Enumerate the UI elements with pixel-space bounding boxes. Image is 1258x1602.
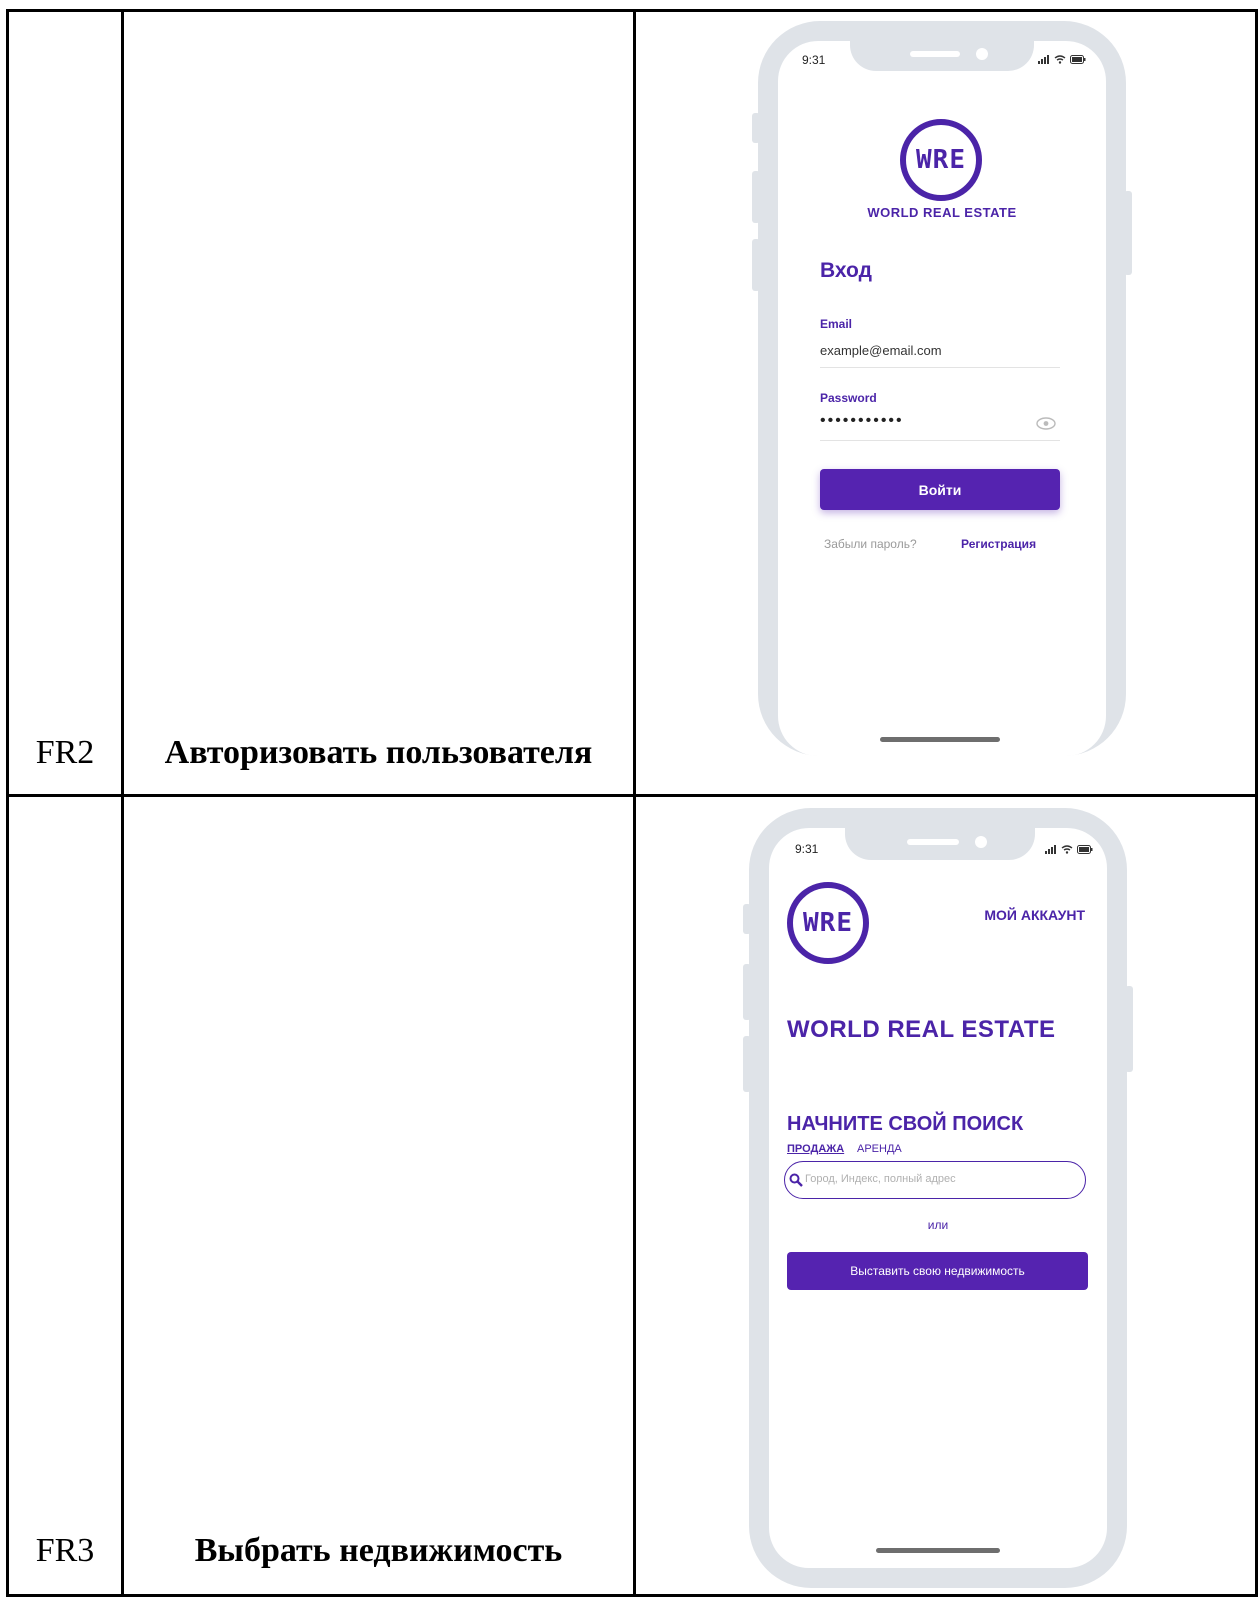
status-time: 9:31	[795, 842, 819, 856]
password-field[interactable]: •••••••••••	[820, 412, 904, 430]
wifi-icon	[1061, 845, 1073, 854]
requirement-title: Авторизовать пользователя	[164, 734, 593, 771]
phone-side-button	[743, 964, 751, 1020]
phone-screen: 9:31 WRE WORLD REAL ESTATE Вход Email ex…	[778, 41, 1106, 756]
login-button[interactable]: Войти	[820, 469, 1060, 510]
email-field[interactable]: example@email.com	[820, 343, 942, 358]
requirement-id: FR3	[35, 1532, 95, 1569]
search-input[interactable]: Город, Индекс, полный адрес	[784, 1161, 1086, 1199]
password-label: Password	[820, 391, 877, 405]
search-placeholder: Город, Индекс, полный адрес	[805, 1173, 956, 1185]
status-icons	[1045, 845, 1093, 854]
phone-side-button	[752, 113, 760, 143]
id-cell: FR2	[6, 9, 124, 797]
phone-side-button	[1124, 191, 1132, 275]
phone-side-button	[743, 1036, 751, 1092]
requirement-title: Выбрать недвижимость	[194, 1532, 563, 1569]
signal-icon	[1038, 55, 1049, 64]
home-indicator	[876, 1548, 1000, 1553]
phone-side-button	[1125, 986, 1133, 1072]
status-icons	[1038, 55, 1086, 64]
eye-icon[interactable]	[1036, 417, 1056, 430]
or-text: или	[927, 1218, 949, 1232]
my-account-link[interactable]: МОЙ АККАУНТ	[984, 907, 1085, 923]
phone-side-button	[743, 904, 751, 934]
battery-icon	[1070, 55, 1086, 64]
phone-notch	[845, 828, 1035, 860]
register-link[interactable]: Регистрация	[961, 537, 1036, 551]
table-row: FR2 Авторизовать пользователя 9:31 WRE W…	[6, 9, 1258, 797]
requirement-id: FR2	[35, 734, 95, 771]
status-time: 9:31	[802, 53, 826, 67]
brand-name: WORLD REAL ESTATE	[867, 205, 1017, 220]
phone-notch	[850, 41, 1034, 71]
brand-name: WORLD REAL ESTATE	[787, 1016, 1056, 1043]
logo: WRE	[900, 119, 982, 201]
title-cell: Авторизовать пользователя	[121, 9, 636, 797]
phone-side-button	[752, 239, 760, 291]
forgot-password-link[interactable]: Забыли пароль?	[824, 537, 917, 551]
search-heading: НАЧНИТЕ СВОЙ ПОИСК	[787, 1113, 1024, 1135]
logo[interactable]: WRE	[787, 882, 869, 964]
phone-frame: 9:31 WRE WORLD REAL ESTATE Вход Email ex…	[752, 21, 1132, 756]
mockup-cell: 9:31 WRE МОЙ АККАУНТ WORLD REAL ESTATE Н…	[633, 794, 1258, 1597]
id-cell: FR3	[6, 794, 124, 1597]
phone-frame: 9:31 WRE МОЙ АККАУНТ WORLD REAL ESTATE Н…	[743, 808, 1133, 1588]
requirements-table: FR2 Авторизовать пользователя 9:31 WRE W…	[6, 9, 1258, 1597]
search-icon	[789, 1173, 803, 1187]
battery-icon	[1077, 845, 1093, 854]
login-heading: Вход	[820, 259, 872, 282]
mockup-cell: 9:31 WRE WORLD REAL ESTATE Вход Email ex…	[633, 9, 1258, 797]
tab-rent[interactable]: АРЕНДА	[857, 1143, 902, 1155]
title-cell: Выбрать недвижимость	[121, 794, 636, 1597]
home-indicator	[880, 737, 1000, 742]
phone-screen: 9:31 WRE МОЙ АККАУНТ WORLD REAL ESTATE Н…	[769, 828, 1107, 1568]
table-row: FR3 Выбрать недвижимость 9:31 WRE МОЙ АК…	[6, 794, 1258, 1597]
email-label: Email	[820, 317, 853, 331]
wifi-icon	[1054, 55, 1066, 64]
list-property-button[interactable]: Выставить свою недвижимость	[787, 1252, 1088, 1290]
tab-sale[interactable]: ПРОДАЖА	[787, 1143, 844, 1155]
signal-icon	[1045, 845, 1056, 854]
phone-side-button	[752, 171, 760, 223]
